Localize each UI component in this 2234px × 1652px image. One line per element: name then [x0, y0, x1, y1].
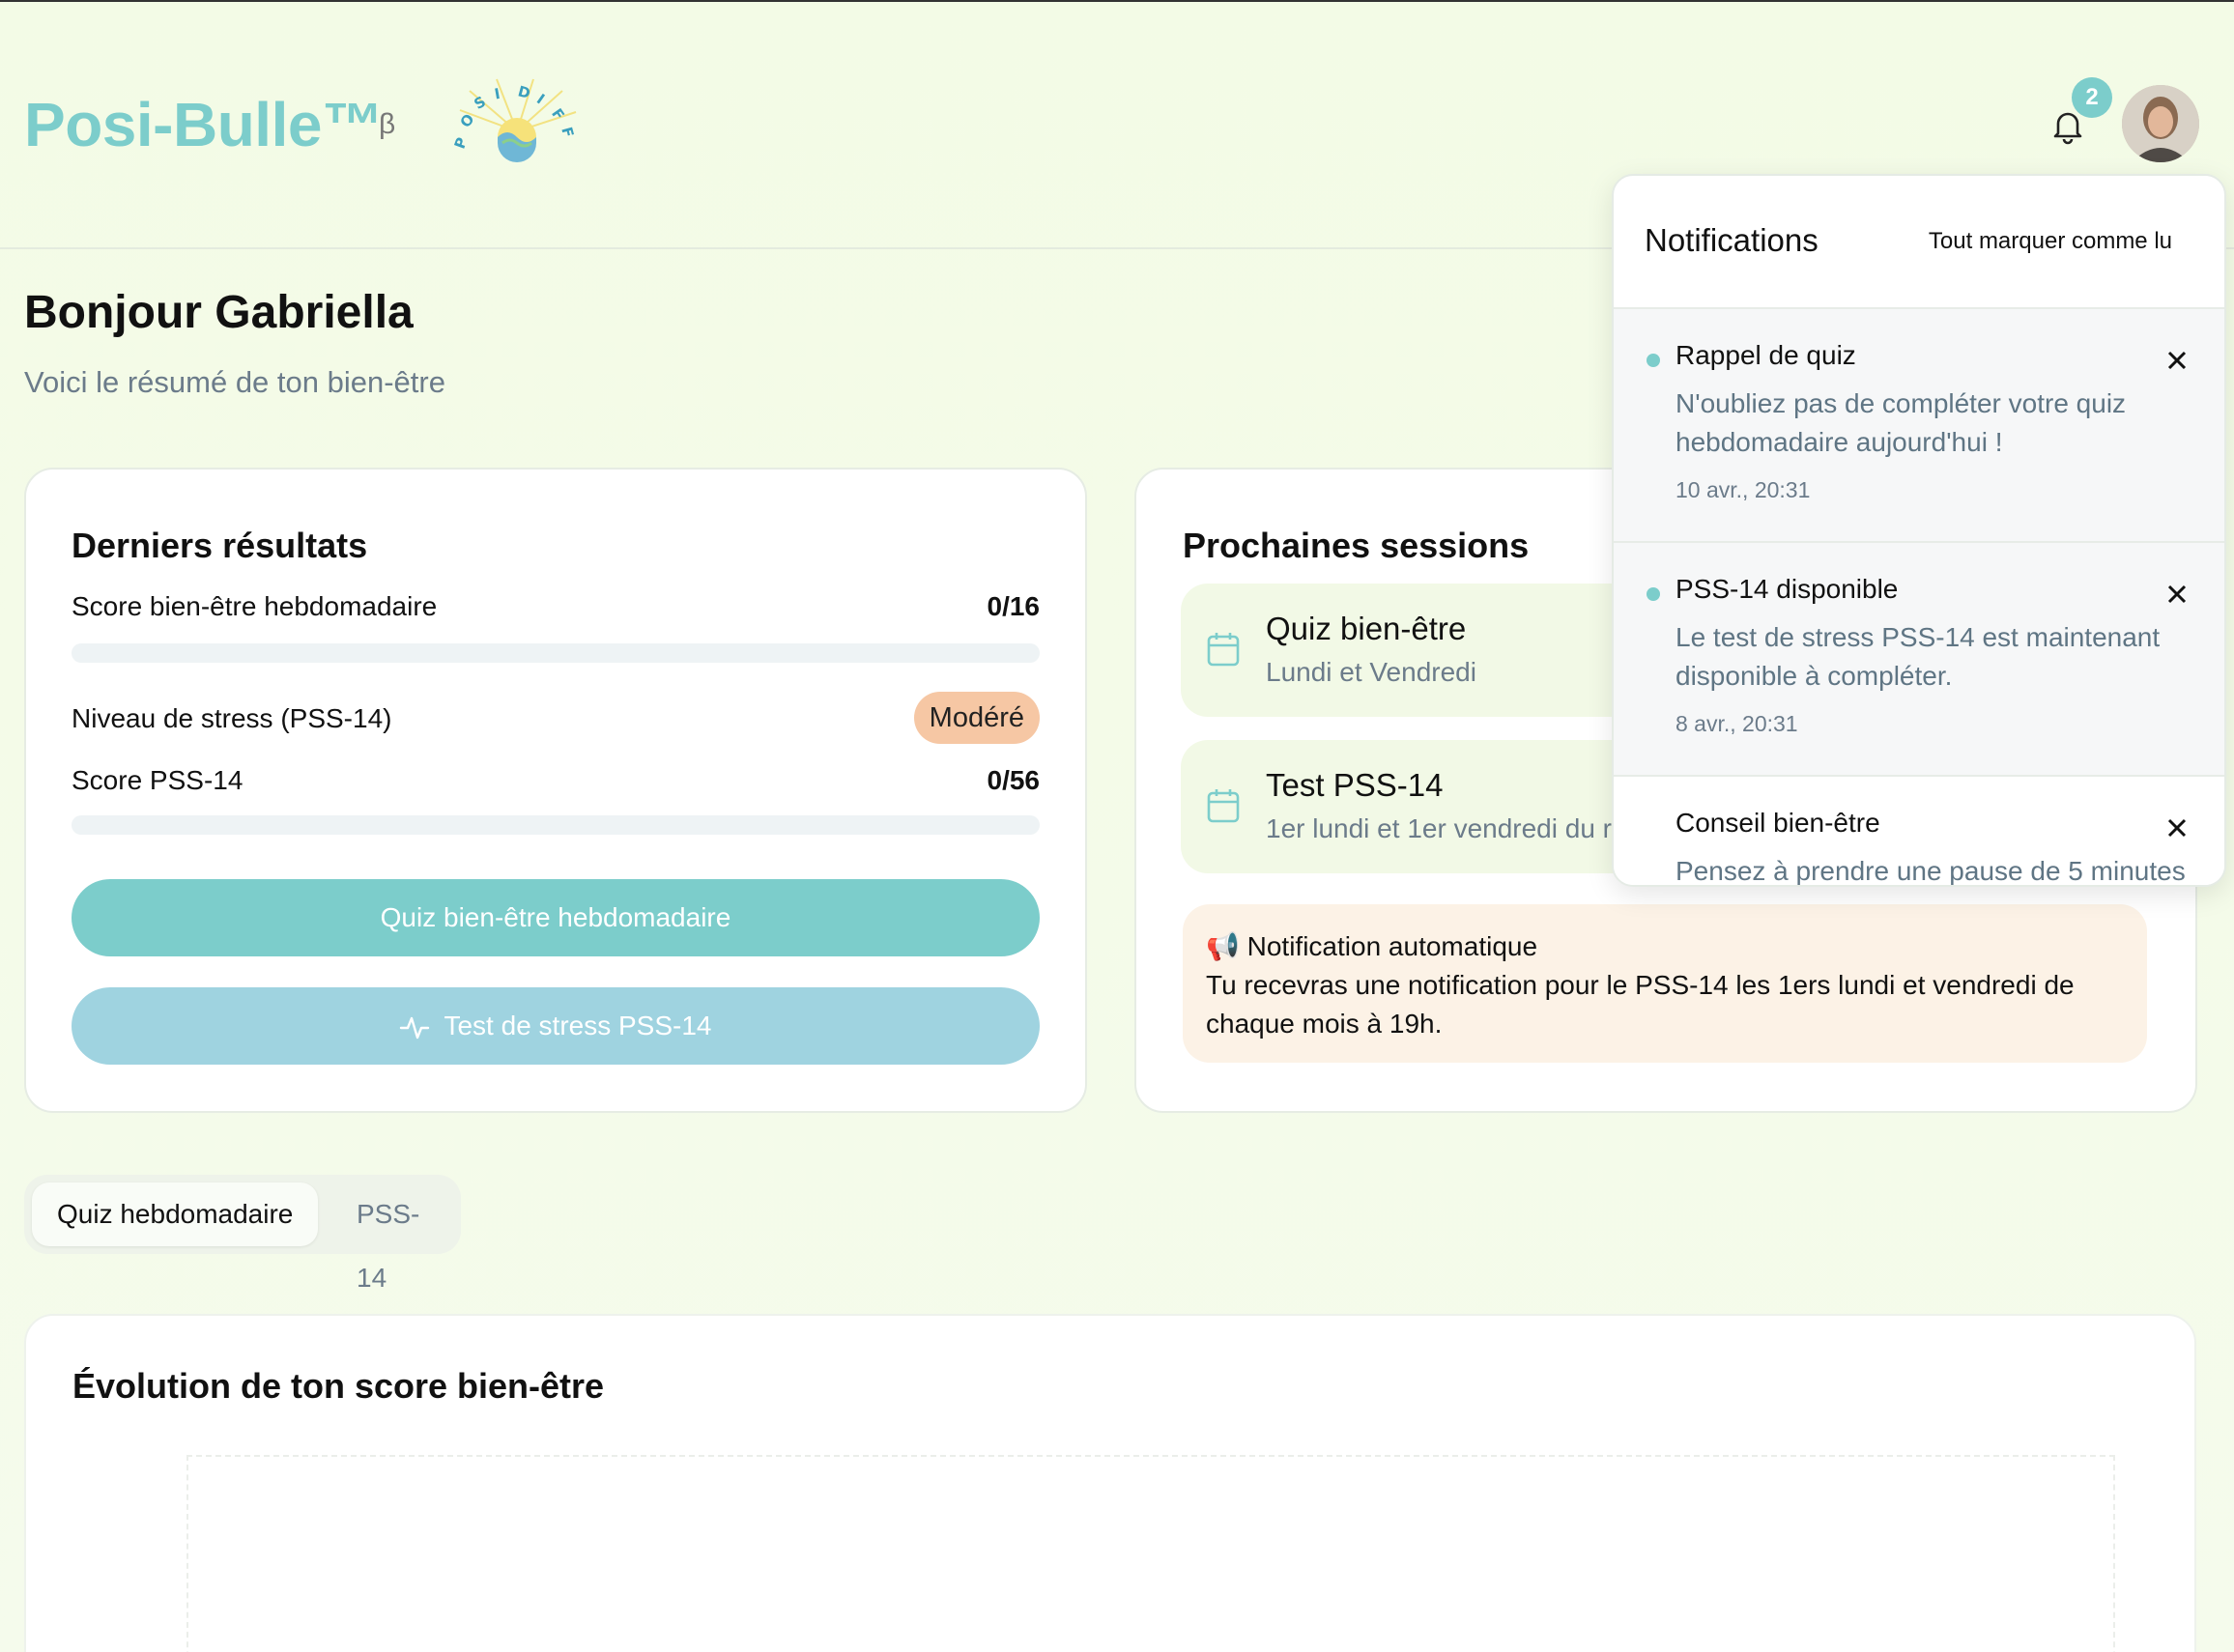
posidiff-logo: P O S I D I F F	[451, 78, 577, 162]
notifications-title: Notifications	[1645, 222, 1819, 258]
unread-dot	[1647, 587, 1660, 601]
notification-count-badge: 2	[2072, 77, 2112, 118]
notification-item[interactable]: Rappel de quiz N'oubliez pas de compléte…	[1614, 309, 2224, 543]
notification-time: 10 avr., 20:31	[1676, 477, 1811, 502]
calendar-icon	[1207, 789, 1240, 823]
notification-title: PSS-14 disponible	[1676, 574, 1899, 604]
weekly-score-bar	[72, 643, 1040, 663]
pss-score-value: 0/56	[987, 765, 1041, 795]
tab-pss-14[interactable]: PSS-14	[331, 1182, 461, 1293]
close-icon[interactable]	[2162, 580, 2191, 609]
logo-letter: O	[456, 110, 477, 130]
notification-title: Conseil bien-être	[1676, 808, 1880, 838]
session-title: Test PSS-14	[1266, 767, 1444, 803]
results-card: Derniers résultats Score bien-être hebdo…	[24, 468, 1087, 1113]
session-schedule: Lundi et Vendredi	[1266, 657, 1476, 687]
user-avatar[interactable]	[2122, 85, 2199, 162]
weekly-quiz-button-label: Quiz bien-être hebdomadaire	[380, 902, 731, 932]
score-evolution-chart-area	[186, 1455, 2115, 1652]
auto-notification-title: 📢 Notification automatique	[1206, 931, 1538, 961]
auto-notification-body: Tu recevras une notification pour le PSS…	[1206, 970, 2075, 1039]
mark-all-read-button[interactable]: Tout marquer comme lu	[1929, 228, 2172, 255]
logo-letter: D	[516, 82, 532, 102]
weekly-score-label: Score bien-être hebdomadaire	[72, 591, 438, 621]
brand-name[interactable]: Posi-Bulle™	[24, 89, 384, 160]
results-title: Derniers résultats	[72, 526, 368, 565]
stress-test-button-label: Test de stress PSS-14	[444, 1011, 712, 1040]
stress-level-label: Niveau de stress (PSS-14)	[72, 703, 392, 733]
stress-level-badge: Modéré	[913, 692, 1040, 744]
score-tabs: Quiz hebdomadaire PSS-14	[24, 1175, 461, 1293]
stress-test-button[interactable]: Test de stress PSS-14	[72, 987, 1040, 1065]
greeting-subtitle: Voici le résumé de ton bien-être	[24, 365, 445, 399]
notifications-header: Notifications Tout marquer comme lu	[1614, 176, 2224, 309]
score-evolution-card: Évolution de ton score bien-être	[24, 1314, 2196, 1652]
close-icon[interactable]	[2162, 813, 2191, 842]
session-title: Quiz bien-être	[1266, 611, 1467, 646]
notifications-popover: Notifications Tout marquer comme lu Rapp…	[1612, 174, 2226, 887]
greeting-title: Bonjour Gabriella	[24, 287, 414, 338]
notification-body: Pensez à prendre une pause de 5 minutes	[1676, 856, 2186, 886]
auto-notification-info: 📢 Notification automatique Tu recevras u…	[1183, 904, 2147, 1063]
unread-dot	[1647, 354, 1660, 367]
calendar-icon	[1207, 633, 1240, 667]
logo-letter: S	[472, 93, 489, 113]
notification-title: Rappel de quiz	[1676, 340, 1856, 370]
notification-item[interactable]: Conseil bien-être Pensez à prendre une p…	[1614, 777, 2224, 886]
activity-icon	[400, 1016, 430, 1039]
weekly-score-value: 0/16	[987, 591, 1041, 621]
sessions-title: Prochaines sessions	[1183, 526, 1530, 565]
logo-letter: F	[558, 126, 577, 140]
notification-time: 8 avr., 20:31	[1676, 711, 1798, 736]
notification-body: N'oubliez pas de compléter votre quiz he…	[1676, 388, 2127, 457]
pss-score-label: Score PSS-14	[72, 765, 243, 795]
notification-item[interactable]: PSS-14 disponible Le test de stress PSS-…	[1614, 543, 2224, 777]
tab-weekly-quiz[interactable]: Quiz hebdomadaire	[32, 1182, 319, 1246]
pss-score-bar	[72, 815, 1040, 835]
close-icon[interactable]	[2162, 346, 2191, 375]
score-evolution-title: Évolution de ton score bien-être	[72, 1366, 605, 1406]
weekly-quiz-button[interactable]: Quiz bien-être hebdomadaire	[72, 879, 1040, 956]
notification-body: Le test de stress PSS-14 est maintenant …	[1676, 622, 2161, 691]
beta-label: β	[379, 108, 396, 140]
session-schedule: 1er lundi et 1er vendredi du r	[1266, 813, 1612, 843]
logo-letter: P	[451, 135, 472, 151]
